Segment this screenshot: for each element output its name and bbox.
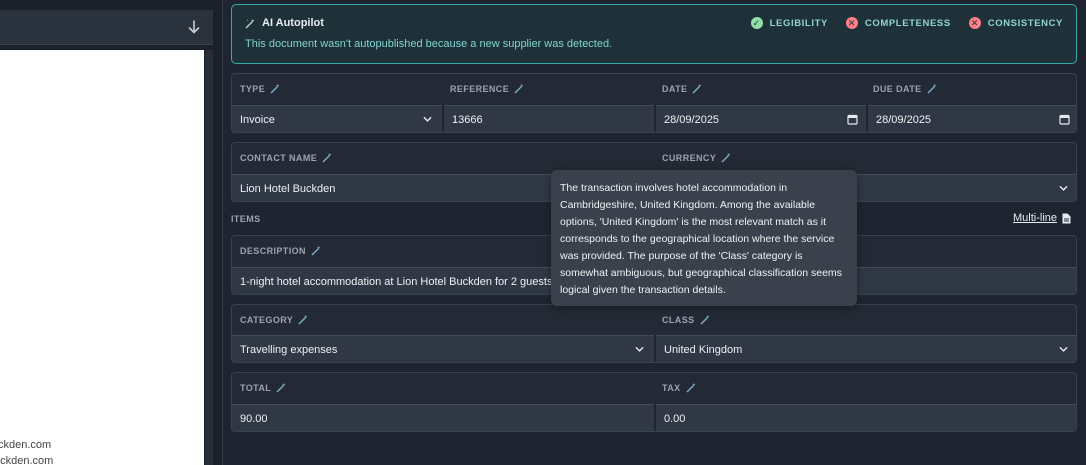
class-value: United Kingdom xyxy=(664,343,743,356)
total-input[interactable]: 90.00 xyxy=(232,404,654,431)
check-fail-icon: ✕ xyxy=(845,17,858,29)
autopilot-message: This document wasn't autopublished becau… xyxy=(245,38,613,50)
calendar-icon[interactable] xyxy=(1059,114,1070,125)
autopilot-title: AI Autopilot xyxy=(245,17,324,29)
magic-wand-icon xyxy=(276,382,286,393)
type-value: Invoice xyxy=(240,113,275,126)
tax-input[interactable]: 0.00 xyxy=(656,404,1076,431)
contact-name-label: CONTACT NAME xyxy=(240,152,333,163)
document-text-line: uckden.com xyxy=(0,455,54,465)
category-value: Travelling expenses xyxy=(240,343,338,356)
category-label: CATEGORY xyxy=(240,314,309,325)
document-details-group: TYPE REFERENCE DATE DUE DATE Invoice 136… xyxy=(231,73,1077,133)
magic-wand-icon xyxy=(311,245,321,256)
total-label: TOTAL xyxy=(240,382,287,393)
magic-wand-icon xyxy=(686,382,696,393)
due-date-input[interactable]: 28/09/2025 xyxy=(868,105,1076,132)
chevron-down-icon xyxy=(1059,346,1068,352)
magic-wand-icon xyxy=(298,314,308,325)
check-completeness: ✕ COMPLETENESS xyxy=(845,17,951,29)
items-section-label: ITEMS xyxy=(231,214,261,224)
pane-divider[interactable] xyxy=(222,0,223,465)
document-text-line: ckden.com xyxy=(0,439,52,451)
type-label: TYPE xyxy=(240,83,281,94)
magic-wand-icon xyxy=(700,314,710,325)
calendar-icon[interactable] xyxy=(847,114,858,125)
class-select[interactable]: United Kingdom xyxy=(656,335,1076,362)
category-select[interactable]: Travelling expenses xyxy=(232,335,654,362)
magic-wand-icon xyxy=(693,83,703,94)
check-pass-icon: ✓ xyxy=(750,17,763,29)
magic-wand-icon xyxy=(322,152,332,163)
check-consistency: ✕ CONSISTENCY xyxy=(968,17,1063,29)
document-icon xyxy=(1062,213,1071,223)
magic-wand-icon xyxy=(270,83,280,94)
category-class-group: CATEGORY CLASS Travelling expenses Unite… xyxy=(231,304,1077,363)
reference-input[interactable]: 13666 xyxy=(444,105,654,132)
document-preview-pane: ckden.com uckden.com xyxy=(0,0,222,465)
magic-wand-icon xyxy=(245,18,255,28)
type-select[interactable]: Invoice xyxy=(232,105,442,132)
description-value: 1-night hotel accommodation at Lion Hote… xyxy=(240,275,553,288)
reference-label: REFERENCE xyxy=(450,83,525,94)
document-page[interactable]: ckden.com uckden.com xyxy=(0,50,204,465)
document-preview-toolbar xyxy=(0,10,213,45)
date-input[interactable]: 28/09/2025 xyxy=(656,105,866,132)
multi-line-link[interactable]: Multi-line xyxy=(1013,212,1071,224)
check-fail-icon: ✕ xyxy=(968,17,981,29)
totals-group: TOTAL TAX 90.00 0.00 xyxy=(231,372,1077,432)
check-label: COMPLETENESS xyxy=(864,17,951,29)
due-date-value: 28/09/2025 xyxy=(876,113,932,126)
tax-value: 0.00 xyxy=(664,412,686,425)
download-icon[interactable] xyxy=(187,20,201,36)
class-explanation-tooltip: The transaction involves hotel accommoda… xyxy=(551,170,857,306)
description-label: DESCRIPTION xyxy=(240,245,322,256)
check-label: LEGIBILITY xyxy=(769,17,828,29)
magic-wand-icon xyxy=(721,152,731,163)
date-label: DATE xyxy=(662,83,703,94)
magic-wand-icon xyxy=(514,83,524,94)
chevron-down-icon xyxy=(1059,185,1068,191)
currency-label: CURRENCY xyxy=(662,152,732,163)
chevron-down-icon xyxy=(423,116,432,122)
check-label: CONSISTENCY xyxy=(987,17,1063,29)
multi-line-label: Multi-line xyxy=(1013,212,1058,224)
reference-value: 13666 xyxy=(452,113,483,126)
magic-wand-icon xyxy=(927,83,937,94)
contact-name-value: Lion Hotel Buckden xyxy=(240,182,336,195)
class-label: CLASS xyxy=(662,314,711,325)
total-value: 90.00 xyxy=(240,412,268,425)
chevron-down-icon xyxy=(635,346,644,352)
autopilot-title-text: AI Autopilot xyxy=(262,17,324,29)
autopilot-checks: ✓ LEGIBILITY ✕ COMPLETENESS ✕ CONSISTENC… xyxy=(750,17,1063,29)
check-legibility: ✓ LEGIBILITY xyxy=(750,17,828,29)
document-scrollbar[interactable] xyxy=(205,50,213,465)
date-value: 28/09/2025 xyxy=(664,113,720,126)
tax-label: TAX xyxy=(662,382,697,393)
due-date-label: DUE DATE xyxy=(873,83,938,94)
ai-autopilot-banner: AI Autopilot This document wasn't autopu… xyxy=(231,4,1077,64)
